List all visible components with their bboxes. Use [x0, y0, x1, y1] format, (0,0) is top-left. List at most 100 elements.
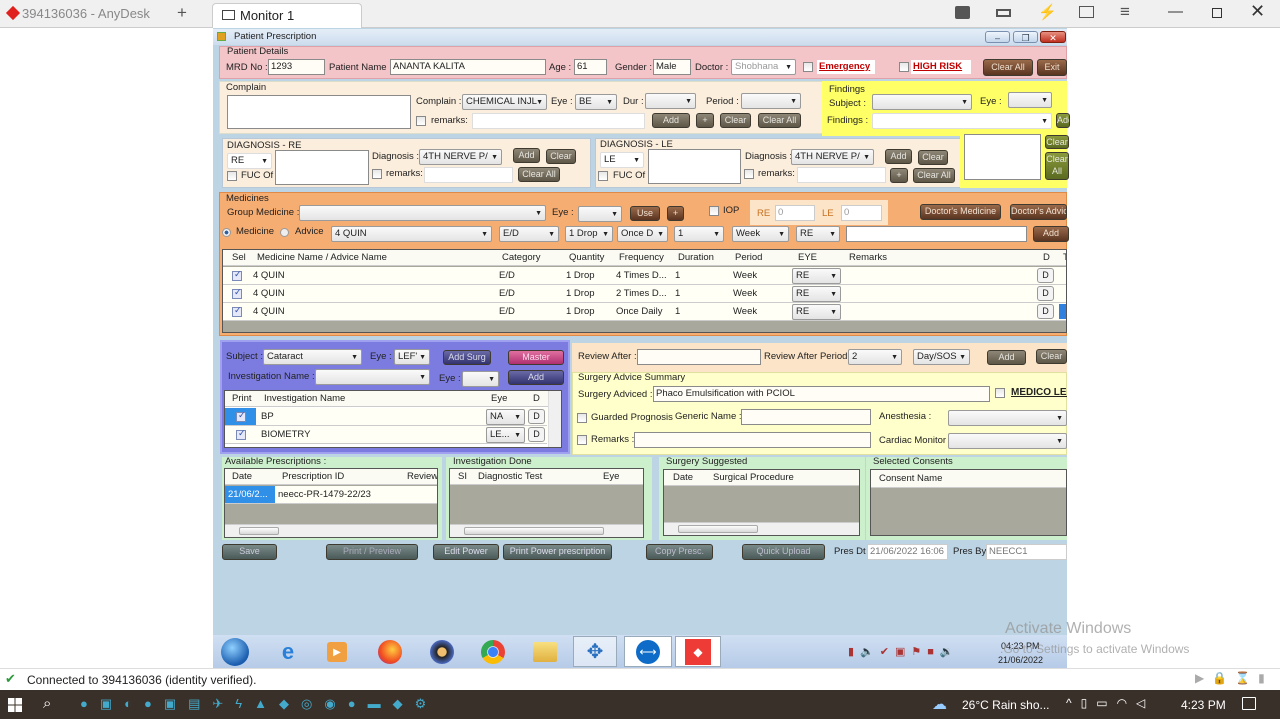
medicine-group-eye-dropdown[interactable] — [578, 206, 622, 222]
iop-le-spinner[interactable]: 0 — [841, 205, 882, 221]
diagnosis-le-clear-all-button[interactable]: Clear All — [913, 168, 955, 183]
diagnosis-re-remarks-field[interactable] — [424, 167, 513, 183]
guarded-prognosis-checkbox[interactable] — [577, 413, 587, 423]
diagnosis-re-dropdown[interactable]: 4TH NERVE P/ — [419, 149, 502, 165]
advice-remarks-field[interactable] — [634, 432, 871, 448]
complain-plus-button[interactable]: + — [696, 113, 714, 128]
copy-presc-button[interactable]: Copy Presc. — [646, 544, 713, 560]
row-select-checkbox[interactable] — [232, 287, 242, 299]
investigation-row[interactable]: BP NA D — [225, 408, 547, 426]
fuc-re-checkbox[interactable] — [227, 171, 237, 181]
print-preview-button[interactable]: Print / Preview — [326, 544, 418, 560]
row-eye-dropdown[interactable]: RE — [792, 286, 841, 302]
surgery-suggested-h-scrollbar[interactable] — [664, 522, 859, 535]
medicine-remarks-field[interactable] — [846, 226, 1027, 242]
notification-icon[interactable] — [1242, 697, 1256, 710]
media-player-icon[interactable]: ▶ — [327, 642, 347, 662]
medicine-row[interactable]: 4 QUIN E/D 1 Drop 2 Times D... 1 Week RE… — [223, 285, 1066, 303]
row-t-selected[interactable] — [1059, 304, 1066, 319]
iop-re-spinner[interactable]: 0 — [775, 205, 815, 221]
edit-power-button[interactable]: Edit Power — [433, 544, 499, 560]
generic-name-field[interactable] — [741, 409, 871, 425]
diagnosis-le-remarks-checkbox[interactable] — [744, 169, 754, 179]
medicine-name-dropdown[interactable]: 4 QUIN — [331, 226, 492, 242]
findings-subject-dropdown[interactable] — [872, 94, 972, 110]
duration-dropdown[interactable]: 1 — [674, 226, 724, 242]
investigation-name-dropdown[interactable] — [315, 369, 430, 385]
findings-add-button[interactable]: Add — [1056, 113, 1070, 128]
monitor-tab[interactable]: Monitor 1 — [212, 3, 362, 28]
investigation-row-eye-dropdown[interactable]: NA — [486, 409, 525, 425]
review-add-button[interactable]: Add — [987, 350, 1026, 365]
complain-remarks-checkbox[interactable] — [416, 116, 426, 126]
period-dropdown[interactable] — [741, 93, 801, 109]
medicine-eye-dropdown[interactable]: RE — [796, 226, 840, 242]
quick-upload-button[interactable]: Quick Upload — [742, 544, 825, 560]
print-checkbox[interactable] — [236, 410, 246, 422]
teamviewer-icon[interactable]: ⟷ — [624, 636, 672, 667]
print-checkbox[interactable] — [236, 428, 246, 440]
window-minimize-button[interactable]: – — [985, 31, 1010, 43]
advice-remarks-checkbox[interactable] — [577, 435, 587, 445]
frequency-dropdown[interactable]: Once D — [617, 226, 668, 242]
menu-icon[interactable]: ≡ — [1120, 2, 1130, 22]
gender-field[interactable]: Male — [653, 59, 691, 75]
print-power-prescription-button[interactable]: Print Power prescription — [503, 544, 612, 560]
review-unit-dropdown[interactable]: Day/SOS — [913, 349, 970, 365]
actions-icon[interactable]: ⚡ — [1038, 3, 1057, 21]
medicine-radio[interactable] — [222, 228, 231, 237]
doctors-medicine-button[interactable]: Doctor's Medicine — [920, 204, 1001, 220]
findings-eye-dropdown[interactable] — [1008, 92, 1052, 108]
review-period-dropdown[interactable]: 2 — [848, 349, 902, 365]
investigation-row-eye-dropdown[interactable]: LE... — [486, 427, 525, 443]
anesthesia-dropdown[interactable] — [948, 410, 1067, 426]
add-surg-button[interactable]: Add Surg — [443, 350, 491, 365]
system-tray-icons[interactable]: ^▯▭◠◁ — [1066, 696, 1154, 710]
period-unit-dropdown[interactable]: Week — [732, 226, 789, 242]
diagnosis-le-remarks-field[interactable] — [797, 167, 886, 183]
chat-icon[interactable] — [955, 6, 970, 19]
window-restore-button[interactable]: ❐ — [1013, 31, 1038, 43]
keyboard-icon[interactable] — [996, 9, 1011, 17]
complain-remarks-field[interactable] — [472, 113, 645, 129]
findings-clear-button[interactable]: Clear — [1045, 135, 1069, 149]
findings-textarea[interactable] — [964, 134, 1041, 180]
emergency-checkbox[interactable] — [803, 62, 813, 72]
review-after-field[interactable] — [637, 349, 761, 365]
investigation-scrollbar[interactable] — [548, 391, 561, 447]
cardiac-monitor-dropdown[interactable] — [948, 433, 1067, 449]
diagnosis-le-eye-dropdown[interactable]: LE — [600, 152, 644, 168]
investigation-add-button[interactable]: Add — [508, 370, 564, 385]
diagnosis-le-plus-button[interactable]: + — [890, 168, 908, 183]
mrd-field[interactable]: 1293 — [268, 59, 325, 75]
window-close-button[interactable]: ✕ — [1040, 31, 1066, 43]
row-select-checkbox[interactable] — [232, 305, 242, 317]
quantity-dropdown[interactable]: 1 Drop — [565, 226, 613, 242]
complain-eye-dropdown[interactable]: BE — [575, 94, 617, 110]
new-tab-button[interactable]: + — [177, 3, 187, 23]
diagnosis-re-remarks-checkbox[interactable] — [372, 169, 382, 179]
investigation-eye-dropdown[interactable] — [462, 371, 499, 387]
anydesk-tab[interactable]: 394136036 - AnyDesk — [22, 6, 150, 21]
row-select-checkbox[interactable] — [232, 269, 242, 281]
prescription-row[interactable]: 21/06/2... neecc-PR-1479-22/23 — [225, 486, 437, 504]
dur-dropdown[interactable] — [645, 93, 696, 109]
complain-dropdown[interactable]: CHEMICAL INJL — [462, 94, 547, 110]
diagnosis-le-clear-button[interactable]: Clear — [918, 150, 948, 165]
start-orb-icon[interactable] — [221, 638, 249, 666]
row-delete-button[interactable]: D — [1037, 268, 1054, 283]
doctors-advice-button[interactable]: Doctor's Advice — [1010, 204, 1067, 220]
diagnosis-re-clear-all-button[interactable]: Clear All — [518, 167, 560, 182]
save-button[interactable]: Save — [222, 544, 277, 560]
close-icon[interactable]: ✕ — [1250, 1, 1265, 22]
iop-checkbox[interactable] — [709, 206, 719, 216]
row-eye-dropdown[interactable]: RE — [792, 268, 841, 284]
diagnosis-re-add-button[interactable]: Add — [513, 148, 540, 163]
diagnosis-le-add-button[interactable]: Add — [885, 149, 912, 164]
medicine-add-button[interactable]: Add — [1033, 226, 1069, 242]
category-dropdown[interactable]: E/D — [499, 226, 559, 242]
remote-tray-icons[interactable]: ▮🔈✔▣⚑■🔉 — [848, 645, 960, 658]
status-icons[interactable]: ▶🔒⌛▮ — [1195, 671, 1273, 685]
display-icon[interactable] — [1079, 6, 1094, 18]
row-delete-button[interactable]: D — [1037, 304, 1054, 319]
